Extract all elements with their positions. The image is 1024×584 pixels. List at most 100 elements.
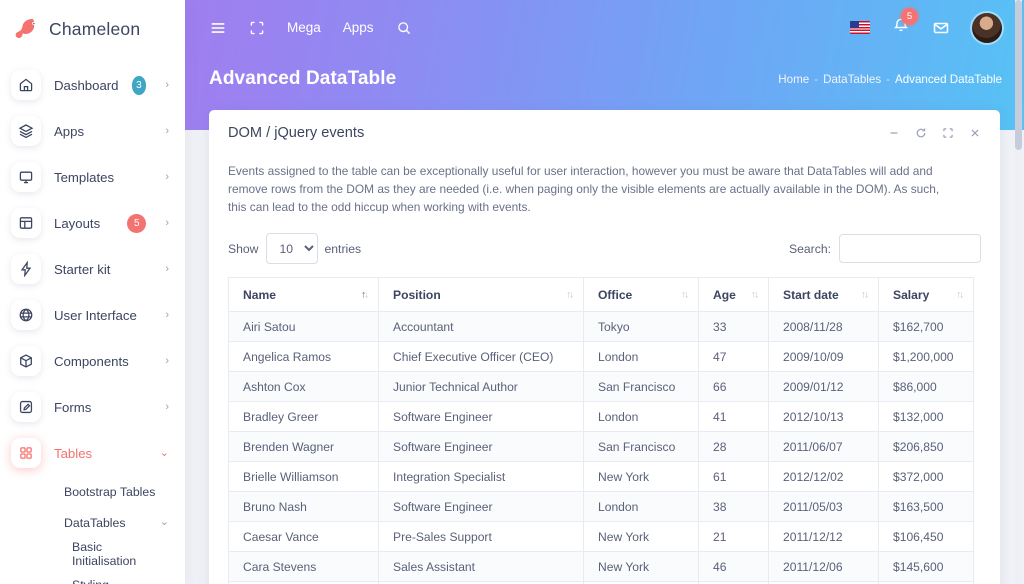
breadcrumb-item-home[interactable]: Home: [778, 73, 809, 86]
cell-age: 41: [698, 401, 769, 433]
sidebar-item-layouts[interactable]: Layouts 5 ›: [0, 200, 185, 246]
datatable-card: DOM / jQuery events Events assigned to t…: [209, 110, 1000, 584]
table-row[interactable]: Brenden Wagner Software Engineer San Fra…: [228, 431, 974, 463]
page-head: Advanced DataTable Home - DataTables - A…: [185, 55, 1024, 103]
topbar-right: 5: [850, 8, 1002, 43]
badge-count: 3: [131, 75, 147, 95]
cell-name: Angelica Ramos: [228, 341, 379, 373]
chevron-right-icon: ›: [165, 124, 169, 137]
sidebar-item-forms[interactable]: Forms ›: [0, 384, 185, 430]
cell-office: New York: [583, 461, 699, 493]
table-row[interactable]: Cara Stevens Sales Assistant New York 46…: [228, 551, 974, 583]
search-input[interactable]: [839, 234, 981, 264]
sidebar-subitem-label: Styling: [72, 578, 169, 584]
column-label: Age: [713, 287, 736, 302]
cell-start-date: 2009/01/12: [768, 371, 879, 403]
sidebar-subitem-label: Bootstrap Tables: [64, 484, 156, 499]
sort-icon: ↑↓: [956, 289, 964, 301]
cell-office: New York: [583, 551, 699, 583]
sidebar-item-dashboard[interactable]: Dashboard 3 ›: [0, 62, 185, 108]
minimize-icon[interactable]: [888, 127, 900, 139]
column-header-age[interactable]: Age ↑↓: [698, 277, 769, 313]
cell-start-date: 2012/10/13: [768, 401, 879, 433]
table-body: Airi Satou Accountant Tokyo 33 2008/11/2…: [228, 311, 974, 584]
table-row[interactable]: Airi Satou Accountant Tokyo 33 2008/11/2…: [228, 311, 974, 343]
expand-icon[interactable]: [942, 127, 954, 139]
cell-office: San Francisco: [583, 431, 699, 463]
cell-name: Caesar Vance: [228, 521, 379, 553]
hamburger-icon[interactable]: [209, 19, 227, 37]
cell-name: Bradley Greer: [228, 401, 379, 433]
sidebar-subitem-bootstrap-tables[interactable]: Bootstrap Tables: [0, 476, 185, 507]
cell-office: London: [583, 401, 699, 433]
table-row[interactable]: Brielle Williamson Integration Specialis…: [228, 461, 974, 493]
close-icon[interactable]: [969, 127, 981, 139]
column-header-start-date[interactable]: Start date ↑↓: [768, 277, 879, 313]
column-header-office[interactable]: Office ↑↓: [583, 277, 699, 313]
cell-office: San Francisco: [583, 371, 699, 403]
table-row[interactable]: Angelica Ramos Chief Executive Officer (…: [228, 341, 974, 373]
sidebar-item-tables[interactable]: Tables ⌄: [0, 430, 185, 476]
topbar-link-apps[interactable]: Apps: [343, 20, 374, 35]
sidebar-item-label: Apps: [54, 123, 85, 139]
cell-start-date: 2011/05/03: [768, 491, 879, 523]
table-row[interactable]: Ashton Cox Junior Technical Author San F…: [228, 371, 974, 403]
cell-age: 46: [698, 551, 769, 583]
refresh-icon[interactable]: [915, 127, 927, 139]
layers-icon: [11, 116, 41, 146]
cell-salary: $106,450: [878, 521, 974, 553]
table-row[interactable]: Bradley Greer Software Engineer London 4…: [228, 401, 974, 433]
column-label: Salary: [893, 287, 930, 302]
column-label: Office: [598, 287, 633, 302]
column-header-name[interactable]: Name ↑↓: [228, 277, 379, 313]
scrollbar-thumb[interactable]: [1015, 0, 1022, 150]
cell-age: 33: [698, 311, 769, 343]
search-icon[interactable]: [396, 20, 412, 36]
cell-name: Brenden Wagner: [228, 431, 379, 463]
breadcrumb-item-current: Advanced DataTable: [895, 72, 1002, 86]
badge-count: 5: [127, 213, 147, 233]
sidebar-item-label: Components: [54, 353, 129, 369]
fullscreen-icon[interactable]: [249, 20, 265, 36]
cell-salary: $206,850: [878, 431, 974, 463]
sidebar-item-user-interface[interactable]: User Interface ›: [0, 292, 185, 338]
column-header-position[interactable]: Position ↑↓: [378, 277, 584, 313]
envelope-icon[interactable]: [932, 19, 950, 37]
sidebar-subitem-datatables[interactable]: DataTables ⌄: [0, 507, 185, 538]
page-scrollbar[interactable]: [1015, 0, 1022, 584]
breadcrumb-item-datatables[interactable]: DataTables: [823, 73, 881, 86]
sidebar-item-templates[interactable]: Templates ›: [0, 154, 185, 200]
edit-icon: [11, 392, 41, 422]
page-length-select[interactable]: 10 25 50 100: [265, 233, 318, 265]
breadcrumb-separator: -: [886, 72, 890, 86]
sidebar-item-components[interactable]: Components ›: [0, 338, 185, 384]
cell-age: 66: [698, 371, 769, 403]
cell-position: Chief Executive Officer (CEO): [378, 341, 584, 373]
column-header-salary[interactable]: Salary ↑↓: [878, 277, 974, 313]
cell-age: 21: [698, 521, 769, 553]
sidebar-item-apps[interactable]: Apps ›: [0, 108, 185, 154]
cell-position: Software Engineer: [378, 401, 584, 433]
sidebar-item-starter-kit[interactable]: Starter kit ›: [0, 246, 185, 292]
chevron-right-icon: ›: [165, 308, 169, 321]
table-row[interactable]: Bruno Nash Software Engineer London 38 2…: [228, 491, 974, 523]
topbar-link-mega[interactable]: Mega: [287, 20, 321, 35]
user-avatar[interactable]: [972, 12, 1002, 43]
sidebar-nav: Dashboard 3 › Apps › Templates › Layouts…: [0, 58, 185, 584]
sidebar-subitem-styling[interactable]: Styling: [0, 569, 185, 584]
us-flag-icon[interactable]: [850, 21, 870, 34]
topbar: Mega Apps 5: [185, 0, 1024, 55]
cell-position: Pre-Sales Support: [378, 521, 584, 553]
chevron-right-icon: ›: [165, 262, 169, 275]
card-description: Events assigned to the table can be exce…: [228, 164, 940, 215]
cell-office: London: [583, 341, 699, 373]
brand[interactable]: Chameleon: [0, 0, 185, 58]
bell-icon[interactable]: 5: [892, 8, 918, 39]
table-row[interactable]: Caesar Vance Pre-Sales Support New York …: [228, 521, 974, 553]
main-area: Mega Apps 5 Advanced DataTable Home - Da…: [185, 0, 1024, 584]
sidebar-subitem-basic-initialisation[interactable]: Basic Initialisation: [0, 538, 185, 569]
cell-position: Junior Technical Author: [378, 371, 584, 403]
cell-name: Bruno Nash: [228, 491, 379, 523]
cell-office: London: [583, 491, 699, 523]
chameleon-logo-icon: [14, 15, 40, 43]
